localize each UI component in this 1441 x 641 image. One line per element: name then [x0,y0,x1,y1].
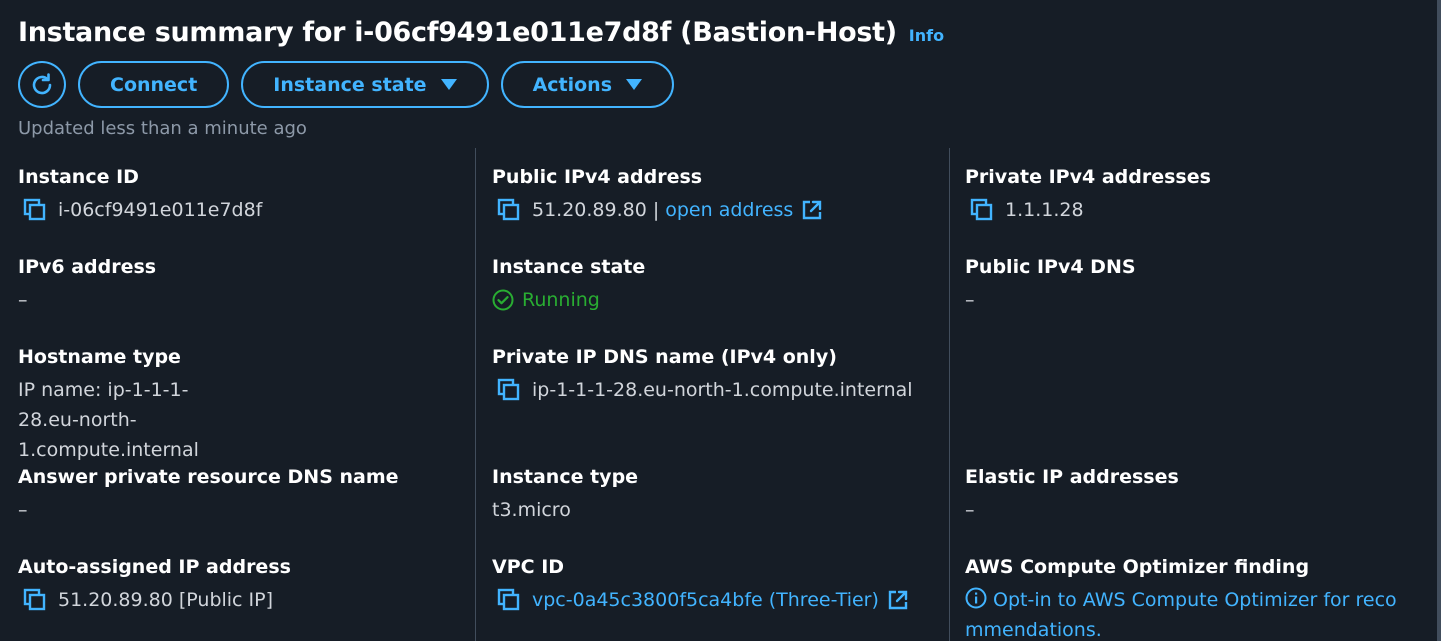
auto-ip-value: 51.20.89.80 [Public IP] [58,589,274,611]
hostname-type-line: IP name: ip-1-1-1-28.eu-north- [18,379,189,431]
page-title: Instance summary for i-06cf9491e011e7d8f… [18,17,897,48]
field-value: i-06cf9491e011e7d8f [18,195,262,225]
field-public-ipv4-dns: Public IPv4 DNS – [965,255,1136,315]
info-circle-icon [965,587,987,609]
copy-icon[interactable] [969,197,995,223]
info-link[interactable]: Info [909,26,944,45]
field-label: Private IP DNS name (IPv4 only) [492,346,837,368]
instance-state-label: Instance state [273,73,427,96]
field-private-ipv4: Private IPv4 addresses 1.1.1.28 [965,165,1211,225]
answer-dns-value: – [18,499,28,521]
optimizer-line: Opt-in to AWS Compute Optimizer for reco [965,585,1415,615]
caret-down-icon [440,79,457,90]
public-dns-value: – [965,289,975,311]
actions-label: Actions [532,73,613,96]
instance-id-value: i-06cf9491e011e7d8f [58,199,263,221]
field-hostname-type: Hostname type IP name: ip-1-1-1-28.eu-no… [18,345,199,465]
field-label: Public IPv4 address [492,166,703,188]
field-auto-assigned-ip: Auto-assigned IP address 51.20.89.80 [Pu… [18,555,291,615]
caret-down-icon [626,79,643,90]
field-label: Private IPv4 addresses [965,166,1211,188]
field-elastic-ip: Elastic IP addresses – [965,465,1179,525]
hostname-type-line: 1.compute.internal [18,439,199,461]
field-label: Public IPv4 DNS [965,256,1136,278]
connect-label: Connect [110,73,198,96]
hostname-type-value: IP name: ip-1-1-1-28.eu-north- 1.compute… [18,375,199,465]
private-dns-value: ip-1-1-1-28.eu-north-1.compute.internal [532,379,913,401]
running-status: Running [522,289,600,311]
field-value: ip-1-1-1-28.eu-north-1.compute.internal [492,375,913,405]
copy-icon[interactable] [496,377,522,403]
field-instance-id: Instance ID i-06cf9491e011e7d8f [18,165,262,225]
field-value: vpc-0a45c3800f5ca4bfe (Three-Tier) [492,585,909,615]
actions-dropdown[interactable]: Actions [500,61,675,108]
connect-button[interactable]: Connect [78,61,230,108]
field-compute-optimizer: AWS Compute Optimizer finding Opt-in to … [965,555,1415,641]
field-public-ipv4: Public IPv4 address 51.20.89.80 | open a… [492,165,823,225]
instance-type-value: t3.micro [492,499,571,521]
vpc-id-link[interactable]: vpc-0a45c3800f5ca4bfe (Three-Tier) [532,585,879,615]
field-label: Elastic IP addresses [965,466,1179,488]
field-label: Answer private resource DNS name [18,466,399,488]
refresh-button[interactable] [18,61,66,108]
column-divider [949,148,950,641]
field-vpc-id: VPC ID vpc-0a45c3800f5ca4bfe (Three-Tier… [492,555,909,615]
field-label: Auto-assigned IP address [18,556,291,578]
optimizer-text: Opt-in to AWS Compute Optimizer for reco [993,589,1397,611]
field-label: Instance ID [18,166,139,188]
field-value: 51.20.89.80 [Public IP] [18,585,291,615]
external-link-icon[interactable] [887,589,909,611]
field-ipv6-address: IPv6 address – [18,255,156,315]
column-divider [475,148,476,641]
copy-icon[interactable] [496,197,522,223]
field-instance-state: Instance state Running [492,255,645,315]
ipv6-value: – [18,289,28,311]
external-link-icon[interactable] [801,199,823,221]
compute-optimizer-link[interactable]: Opt-in to AWS Compute Optimizer for reco… [965,585,1415,641]
field-value: 51.20.89.80 | open address [492,195,823,225]
refresh-icon [32,72,52,94]
updated-status: Updated less than a minute ago [18,118,307,139]
optimizer-line: mmendations. [965,619,1102,641]
copy-icon[interactable] [496,587,522,613]
toolbar: Connect Instance state Actions [18,61,675,108]
instance-state-value: Running [492,285,645,315]
field-label: IPv6 address [18,256,157,278]
copy-icon[interactable] [22,197,48,223]
field-answer-private-dns: Answer private resource DNS name – [18,465,399,525]
check-circle-icon [492,289,514,311]
separator: | [652,199,660,221]
field-label: AWS Compute Optimizer finding [965,556,1310,578]
public-ipv4-value: 51.20.89.80 [532,199,647,221]
field-label: Instance state [492,256,646,278]
open-address-link[interactable]: open address [665,195,793,225]
elastic-ip-value: – [965,499,975,521]
field-label: VPC ID [492,556,565,578]
scrollbar-edge [1437,0,1441,641]
field-private-ip-dns: Private IP DNS name (IPv4 only) ip-1-1-1… [492,345,913,405]
field-label: Hostname type [18,346,181,368]
field-label: Instance type [492,466,639,488]
field-instance-type: Instance type t3.micro [492,465,638,525]
instance-state-dropdown[interactable]: Instance state [241,61,489,108]
header: Instance summary for i-06cf9491e011e7d8f… [18,17,944,48]
copy-icon[interactable] [22,587,48,613]
field-value: 1.1.1.28 [965,195,1211,225]
instance-summary-page: Instance summary for i-06cf9491e011e7d8f… [0,0,1441,641]
private-ipv4-value: 1.1.1.28 [1005,199,1084,221]
